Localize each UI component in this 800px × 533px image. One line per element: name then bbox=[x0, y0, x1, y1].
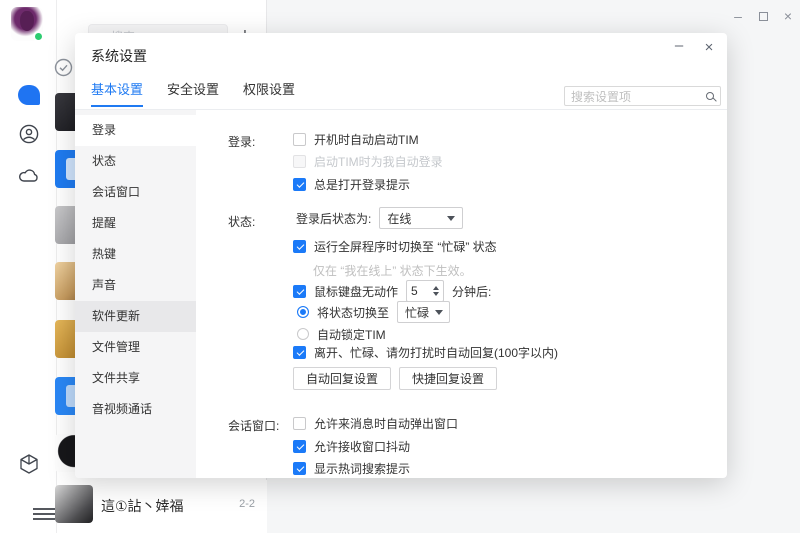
hamburger-icon bbox=[33, 508, 55, 510]
checkbox-label: 鼠标键盘无动作 bbox=[314, 283, 398, 300]
dialog-minimize-button[interactable]: – bbox=[669, 36, 689, 56]
stepper-arrows-icon bbox=[433, 286, 439, 296]
checkbox-icon bbox=[293, 178, 306, 191]
tab-security-settings[interactable]: 安全设置 bbox=[167, 75, 219, 109]
radio-label: 自动锁定TIM bbox=[317, 326, 386, 343]
idle-minutes-stepper[interactable]: 5 bbox=[406, 280, 444, 302]
search-icon bbox=[706, 92, 714, 100]
checkbox-icon bbox=[293, 155, 306, 168]
nav-item-login[interactable]: 登录 bbox=[75, 115, 196, 146]
checkbox-window-shake[interactable]: 允许接收窗口抖动 bbox=[293, 435, 410, 457]
checkbox-icon bbox=[293, 133, 306, 146]
sidebar-item-workspace[interactable] bbox=[0, 452, 57, 476]
list-item[interactable]: 這①詀丶婞福 2-2 bbox=[57, 480, 267, 533]
chat-timestamp: 2-2 bbox=[239, 498, 255, 510]
autoreply-settings-button[interactable]: 自动回复设置 bbox=[293, 367, 391, 390]
online-status-dot bbox=[33, 31, 44, 42]
app-sidebar bbox=[0, 0, 57, 533]
checkbox-label: 显示热词搜索提示 bbox=[314, 460, 410, 477]
check-circle-icon bbox=[54, 58, 73, 77]
cloud-icon bbox=[18, 166, 40, 184]
checkbox-login-prompt[interactable]: 总是打开登录提示 bbox=[293, 173, 410, 195]
nav-item-sound[interactable]: 声音 bbox=[75, 270, 196, 301]
dialog-title: 系统设置 bbox=[91, 46, 147, 66]
app-minimize-button[interactable]: – bbox=[728, 6, 748, 26]
quickreply-settings-button[interactable]: 快捷回复设置 bbox=[399, 367, 497, 390]
radio-switch-status[interactable]: 将状态切换至 忙碌 bbox=[297, 301, 450, 323]
checkbox-icon bbox=[293, 462, 306, 475]
settings-search-input[interactable]: 搜索设置项 bbox=[564, 86, 721, 106]
checkbox-icon bbox=[293, 440, 306, 453]
checkbox-icon bbox=[293, 417, 306, 430]
section-label-status: 状态: bbox=[228, 213, 255, 230]
chevron-down-icon bbox=[447, 216, 455, 221]
stepper-value: 5 bbox=[411, 284, 418, 298]
settings-nav: 登录 状态 会话窗口 提醒 热键 声音 软件更新 文件管理 文件共享 音视频通话 bbox=[75, 110, 196, 478]
chevron-down-icon bbox=[435, 310, 443, 315]
todo-filter-button[interactable] bbox=[54, 58, 73, 80]
nav-item-update[interactable]: 软件更新 bbox=[75, 301, 196, 332]
checkbox-label: 允许来消息时自动弹出窗口 bbox=[314, 415, 458, 432]
tab-basic-settings[interactable]: 基本设置 bbox=[91, 75, 143, 109]
checkbox-fullscreen-busy[interactable]: 运行全屏程序时切换至 “忙碌” 状态 bbox=[293, 235, 497, 257]
checkbox-label: 离开、忙碌、请勿打扰时自动回复(100字以内) bbox=[314, 344, 558, 361]
sidebar-item-cloud-files[interactable] bbox=[0, 166, 57, 184]
sidebar-item-messages[interactable] bbox=[0, 85, 57, 105]
checkbox-label: 开机时自动启动TIM bbox=[314, 131, 419, 148]
dropdown-value: 忙碌 bbox=[405, 304, 429, 321]
section-label-login: 登录: bbox=[228, 133, 255, 150]
busy-status-dropdown[interactable]: 忙碌 bbox=[397, 301, 450, 323]
nav-item-hotkeys[interactable]: 热键 bbox=[75, 239, 196, 270]
nav-item-session[interactable]: 会话窗口 bbox=[75, 177, 196, 208]
maximize-icon bbox=[759, 12, 768, 21]
app-maximize-button[interactable] bbox=[753, 6, 773, 26]
nav-item-status[interactable]: 状态 bbox=[75, 146, 196, 177]
checkbox-autostart[interactable]: 开机时自动启动TIM bbox=[293, 128, 419, 150]
nav-item-file-share[interactable]: 文件共享 bbox=[75, 363, 196, 394]
after-login-status-row: 登录后状态为: 在线 bbox=[296, 207, 463, 229]
radio-icon bbox=[297, 306, 309, 318]
checkbox-label: 允许接收窗口抖动 bbox=[314, 438, 410, 455]
cube-icon bbox=[17, 452, 41, 476]
contacts-icon bbox=[19, 124, 39, 144]
radio-icon bbox=[297, 328, 309, 340]
checkbox-icon bbox=[293, 285, 306, 298]
tab-permission-settings[interactable]: 权限设置 bbox=[243, 75, 295, 109]
radio-label: 将状态切换至 bbox=[317, 304, 389, 321]
autoreply-buttons-row: 自动回复设置 快捷回复设置 bbox=[293, 367, 497, 389]
chat-avatar bbox=[55, 485, 93, 523]
checkbox-label: 运行全屏程序时切换至 “忙碌” 状态 bbox=[314, 238, 497, 255]
section-label-session: 会话窗口: bbox=[228, 417, 279, 434]
settings-dialog: 系统设置 – × 基本设置 安全设置 权限设置 搜索设置项 登录 状态 会话窗口… bbox=[75, 33, 727, 478]
checkbox-label: 启动TIM时为我自动登录 bbox=[314, 153, 443, 170]
checkbox-icon bbox=[293, 346, 306, 359]
checkbox-autoreply[interactable]: 离开、忙碌、请勿打扰时自动回复(100字以内) bbox=[293, 341, 558, 363]
checkbox-icon bbox=[293, 240, 306, 253]
checkbox-autologin[interactable]: 启动TIM时为我自动登录 bbox=[293, 150, 443, 172]
sidebar-item-contacts[interactable] bbox=[0, 124, 57, 144]
nav-item-file-manage[interactable]: 文件管理 bbox=[75, 332, 196, 363]
chat-name: 這①詀丶婞福 bbox=[101, 496, 184, 516]
checkbox-popup-on-message[interactable]: 允许来消息时自动弹出窗口 bbox=[293, 412, 458, 434]
nav-item-av-call[interactable]: 音视频通话 bbox=[75, 394, 196, 425]
checkbox-idle[interactable]: 鼠标键盘无动作 5 分钟后: bbox=[293, 280, 491, 302]
settings-search-placeholder: 搜索设置项 bbox=[571, 88, 706, 105]
nav-item-reminder[interactable]: 提醒 bbox=[75, 208, 196, 239]
checkbox-hotword-search[interactable]: 显示热词搜索提示 bbox=[293, 457, 410, 479]
chat-bubble-icon bbox=[18, 85, 40, 105]
dropdown-value: 在线 bbox=[387, 210, 411, 227]
app-close-button[interactable]: × bbox=[778, 6, 798, 26]
online-status-dropdown[interactable]: 在线 bbox=[379, 207, 463, 229]
after-login-status-label: 登录后状态为: bbox=[296, 210, 371, 227]
dialog-close-button[interactable]: × bbox=[699, 38, 719, 58]
fullscreen-hint: 仅在 “我在线上” 状态下生效。 bbox=[313, 262, 472, 279]
checkbox-label: 总是打开登录提示 bbox=[314, 176, 410, 193]
idle-suffix-label: 分钟后: bbox=[452, 283, 491, 300]
